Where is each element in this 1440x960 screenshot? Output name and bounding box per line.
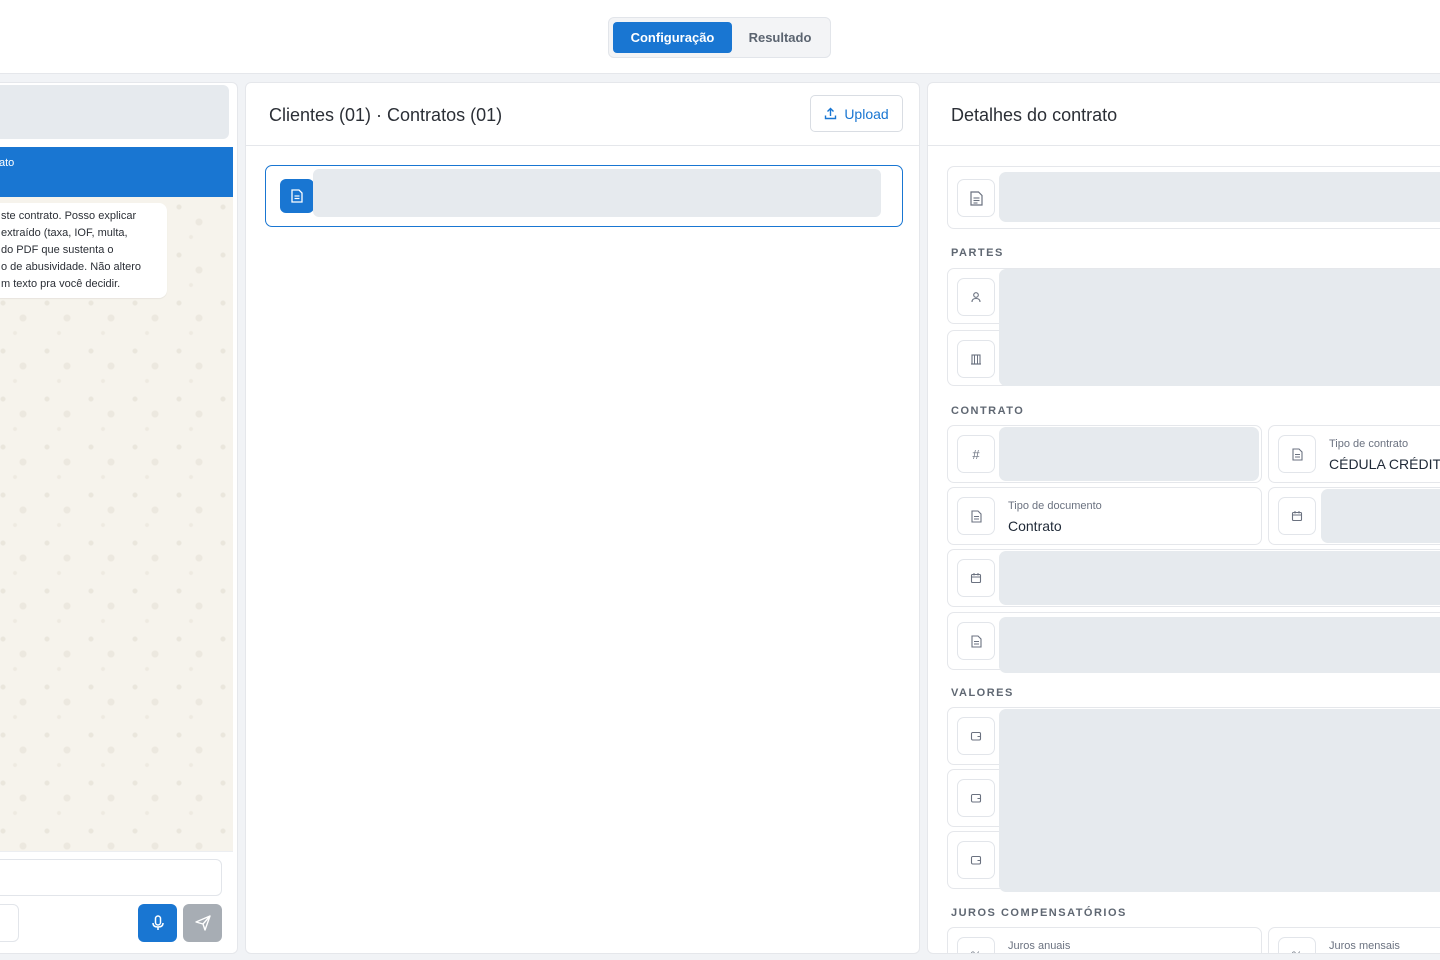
bank-icon: [957, 340, 995, 378]
contract-list-item[interactable]: [265, 165, 903, 227]
annual-interest-field: % Juros anuais: [947, 927, 1262, 953]
contracts-header: Clientes (01) · Contratos (01) Upload: [246, 83, 919, 146]
upload-label: Upload: [844, 105, 889, 122]
upload-icon: [824, 107, 837, 120]
wallet-icon: [957, 717, 995, 755]
chat-messages[interactable]: ste contrato. Posso explicar extraído (t…: [0, 197, 233, 851]
wallet-icon: [957, 841, 995, 879]
contract-type-field: Tipo de contrato CÉDULA CRÉDITO: [1268, 425, 1440, 483]
chat-top-skeleton: [0, 85, 229, 139]
document-skeleton-2: [999, 617, 1440, 673]
document-icon: [957, 622, 995, 660]
document-icon: [957, 497, 995, 535]
wallet-icon: [957, 779, 995, 817]
mic-button[interactable]: [138, 904, 177, 942]
contract-skeleton: [313, 169, 881, 217]
date-skeleton-2: [999, 551, 1440, 605]
tab-configuracao[interactable]: Configuração: [613, 22, 732, 53]
document-type-field: Tipo de documento Contrato: [947, 487, 1262, 545]
date-field: [1268, 487, 1440, 545]
calendar-icon: [957, 559, 995, 597]
contract-details-panel: Detalhes do contrato PARTES CONTRATO # T…: [927, 82, 1440, 954]
contracts-title: Clientes (01) · Contratos (01): [269, 105, 503, 125]
contract-type-label: Tipo de contrato: [1329, 438, 1409, 450]
details-title: Detalhes do contrato: [951, 105, 1118, 125]
tab-resultado[interactable]: Resultado: [734, 22, 826, 53]
emoji-icon: [0, 916, 4, 930]
contract-number-skeleton: [999, 427, 1259, 481]
upload-button[interactable]: Upload: [810, 95, 903, 132]
chat-input[interactable]: [0, 859, 222, 896]
contracts-panel: Clientes (01) · Contratos (01) Upload: [245, 82, 920, 954]
document-field-2: [947, 612, 1440, 673]
assistant-message: ste contrato. Posso explicar extraído (t…: [0, 203, 167, 298]
monthly-interest-label: Juros mensais: [1329, 940, 1400, 952]
section-valores: VALORES: [951, 687, 1014, 699]
chat-header: ato: [0, 147, 233, 197]
date-skeleton: [1321, 489, 1440, 543]
contract-type-value: CÉDULA CRÉDITO: [1329, 456, 1440, 472]
percent-icon: %: [957, 937, 995, 953]
document-icon: [280, 179, 314, 213]
values-skeleton: [999, 709, 1440, 892]
document-field: [947, 166, 1440, 229]
section-partes: PARTES: [951, 247, 1004, 259]
document-icon: [1278, 435, 1316, 473]
monthly-interest-field: % Juros mensais: [1268, 927, 1440, 953]
details-header: Detalhes do contrato: [928, 83, 1440, 146]
date-field-2: [947, 549, 1440, 607]
section-contrato: CONTRATO: [951, 405, 1025, 417]
emoji-button[interactable]: [0, 904, 19, 942]
view-switcher: Configuração Resultado: [608, 17, 831, 58]
mic-icon: [151, 915, 165, 931]
send-button[interactable]: [183, 904, 222, 942]
document-type-label: Tipo de documento: [1008, 500, 1102, 512]
document-icon: [957, 179, 995, 217]
top-bar: Configuração Resultado: [0, 0, 1440, 74]
percent-icon: %: [1278, 937, 1316, 953]
document-type-value: Contrato: [1008, 518, 1062, 534]
section-juros: JUROS COMPENSATÓRIOS: [951, 907, 1127, 919]
document-skeleton: [999, 172, 1440, 222]
annual-interest-label: Juros anuais: [1008, 940, 1071, 952]
calendar-icon: [1278, 497, 1316, 535]
send-icon: [194, 915, 211, 931]
chat-header-text: ato: [0, 157, 15, 169]
parties-skeleton: [999, 269, 1440, 386]
chat-panel: ato ste contrato. Posso explicar extraíd…: [0, 82, 238, 954]
chat-composer: [0, 851, 233, 953]
hash-icon: #: [957, 435, 995, 473]
user-icon: [957, 278, 995, 316]
contract-number-field: #: [947, 425, 1262, 483]
